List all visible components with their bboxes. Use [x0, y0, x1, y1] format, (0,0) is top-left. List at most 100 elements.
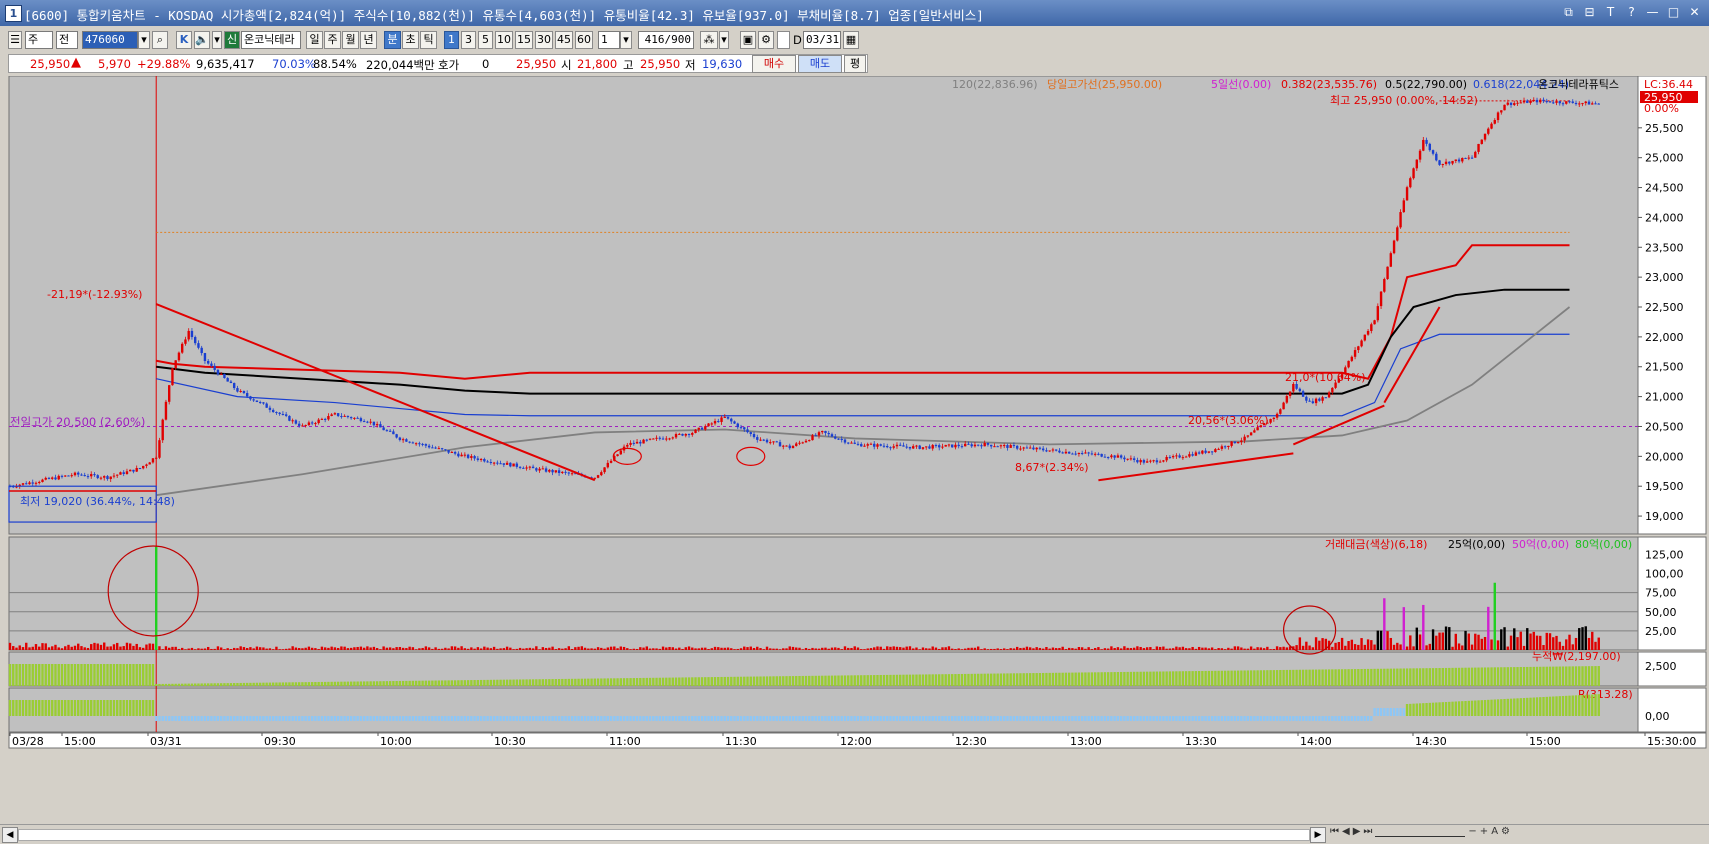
settings-icon[interactable]: ⚙ [1501, 826, 1510, 837]
r-bar [652, 716, 655, 721]
cumulative-bar [1496, 667, 1500, 686]
r-bar [255, 716, 259, 721]
buy-button[interactable]: 매수 [752, 55, 796, 73]
interval-1-button[interactable]: 1 [444, 31, 459, 49]
first-page-icon[interactable]: ⏮ [1330, 826, 1339, 837]
interval-30-button[interactable]: 30 [535, 31, 553, 49]
last-page-icon[interactable]: ⏭ [1363, 826, 1372, 837]
volume-bar [905, 646, 908, 650]
interval-45-button[interactable]: 45 [555, 31, 573, 49]
candle-body [1461, 157, 1464, 162]
date-input[interactable]: 03/31 [803, 31, 841, 49]
candle-body [219, 373, 223, 375]
restore-icon[interactable]: ⧉ [1560, 4, 1577, 20]
close-icon[interactable]: ✕ [1686, 4, 1703, 20]
interval-3-button[interactable]: 3 [461, 31, 476, 49]
period-year-button[interactable]: 년 [360, 31, 377, 49]
volume-bar [1529, 633, 1532, 650]
r-bar [281, 716, 285, 721]
volume-bar [1412, 646, 1415, 650]
k-button[interactable]: K [176, 31, 192, 49]
time-axis-label: 10:30 [494, 735, 526, 748]
volume-bar [658, 648, 661, 650]
interval-10-button[interactable]: 10 [495, 31, 513, 49]
interval-dropdown-icon[interactable]: ▾ [620, 31, 632, 49]
r-bar [70, 700, 73, 716]
candle-body [177, 352, 181, 361]
volume-bar [1279, 647, 1282, 650]
interval-5-button[interactable]: 5 [478, 31, 493, 49]
minimize-icon[interactable]: — [1644, 4, 1661, 20]
calendar-icon[interactable]: ▦ [843, 31, 859, 49]
cumulative-bar [834, 675, 837, 686]
r-bar [765, 716, 769, 721]
menu-icon[interactable]: ☰ [8, 31, 22, 49]
zoom-slider[interactable] [1375, 826, 1466, 837]
time-axis-label: 15:00 [64, 735, 96, 748]
zoom-controls[interactable]: ⏮ ◀ ▶ ⏭ − + A ⚙ [1330, 826, 1510, 837]
sell-button[interactable]: 매도 [798, 55, 842, 73]
candle-body [320, 418, 324, 420]
speaker-dropdown-icon[interactable]: ▾ [212, 31, 222, 49]
chart-settings-icon[interactable]: ⁂ [700, 31, 718, 49]
speaker-icon[interactable]: 🔈 [194, 31, 210, 49]
prev-icon[interactable]: ◀ [1342, 826, 1350, 837]
scroll-track[interactable] [18, 829, 1310, 841]
settings-dropdown-icon[interactable]: ▾ [719, 31, 729, 49]
volume-bar [47, 647, 51, 650]
volume-bar [1392, 644, 1396, 650]
period-week-button[interactable]: 주 [324, 31, 341, 49]
period-select[interactable]: 주 [25, 31, 53, 49]
candle-body [203, 353, 207, 361]
period-month-button[interactable]: 월 [342, 31, 359, 49]
r-bar [401, 716, 405, 721]
cumulative-bar [843, 675, 847, 686]
period-minute-button[interactable]: 분 [384, 31, 401, 49]
candle-body [1392, 240, 1396, 254]
cumulative-bar [980, 673, 983, 686]
help-icon[interactable]: ? [1623, 4, 1640, 20]
interval-60-button[interactable]: 60 [575, 31, 593, 49]
volume-bar [743, 646, 746, 650]
interval-input[interactable]: 1 [598, 31, 620, 49]
volume-bar [1106, 648, 1110, 650]
r-bar [418, 716, 421, 721]
text-icon[interactable]: T [1602, 4, 1619, 20]
price-select[interactable]: 전 [56, 31, 78, 49]
interval-15-button[interactable]: 15 [515, 31, 533, 49]
code-input[interactable]: 476060 [82, 31, 138, 49]
period-day-button[interactable]: 일 [306, 31, 323, 49]
zoom-out-icon[interactable]: − [1468, 826, 1476, 837]
candle-body [1578, 103, 1581, 105]
r-bar [213, 716, 216, 721]
maximize-icon[interactable]: □ [1665, 4, 1682, 20]
r-bar [509, 716, 512, 721]
cumulative-bar [710, 677, 713, 686]
font-icon[interactable]: A [1491, 826, 1498, 837]
r-bar [142, 700, 145, 716]
r-bar [583, 716, 587, 721]
candle-body [1425, 139, 1428, 144]
zoom-in-icon[interactable]: + [1480, 826, 1488, 837]
period-tick-button[interactable]: 틱 [420, 31, 437, 49]
save-icon[interactable]: ▣ [740, 31, 756, 49]
scroll-right-icon[interactable]: ▶ [1310, 827, 1326, 843]
scroll-left-icon[interactable]: ◀ [2, 827, 18, 843]
cumulative-bar [1457, 667, 1461, 686]
date-checkbox[interactable] [777, 31, 790, 49]
search-icon[interactable]: ⌕ [152, 31, 168, 49]
layout-icon[interactable]: ⊟ [1581, 4, 1598, 20]
scroll-bar[interactable]: ◀ ▶ ⏮ ◀ ▶ ⏭ − + A ⚙ [0, 824, 1709, 844]
r-bar [1587, 694, 1591, 716]
r-bar [1295, 716, 1298, 721]
eval-button[interactable]: 평 [844, 55, 866, 73]
next-icon[interactable]: ▶ [1353, 826, 1361, 837]
period-second-button[interactable]: 초 [402, 31, 419, 49]
volume-bar [713, 646, 717, 650]
time-axis-label: 13:30 [1185, 735, 1217, 748]
price-chart[interactable]: 25,50025,00024,50024,00023,50023,00022,5… [0, 76, 1709, 824]
code-dropdown-icon[interactable]: ▾ [138, 31, 150, 49]
cumulative-bar [707, 677, 710, 686]
gear-icon[interactable]: ⚙ [758, 31, 774, 49]
volume-bar [1243, 648, 1246, 650]
